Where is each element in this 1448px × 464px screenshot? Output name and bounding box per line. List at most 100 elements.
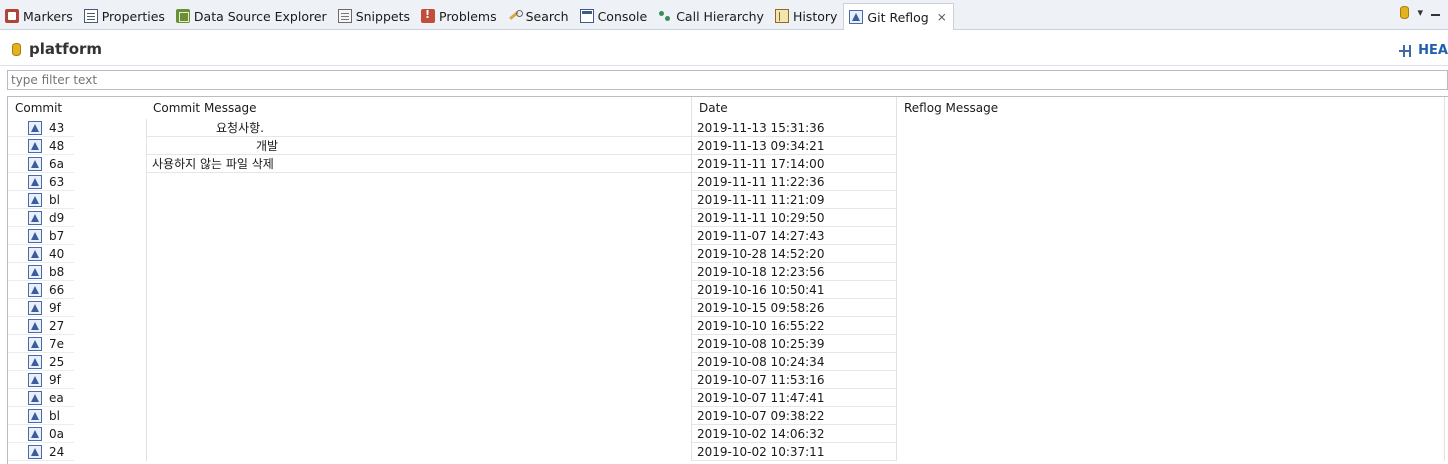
table-row[interactable]: ea 2019-10-07 11:47:41 — [8, 389, 1448, 407]
tab-call-hierarchy[interactable]: Call Hierarchy — [653, 3, 770, 29]
commit-id: ea — [49, 391, 64, 405]
reflog-message-cell — [897, 371, 1445, 389]
date-cell: 2019-11-11 11:21:09 — [692, 191, 897, 209]
table-row[interactable]: b8 2019-10-18 12:23:56 — [8, 263, 1448, 281]
tab-label: Properties — [101, 8, 165, 24]
commit-id: 40 — [49, 247, 65, 261]
table-row[interactable]: d9 2019-11-11 10:29:50 — [8, 209, 1448, 227]
data-source-explorer-icon — [175, 9, 190, 23]
repository-name: platform — [29, 40, 103, 58]
tab-snippets[interactable]: Snippets — [333, 3, 416, 29]
date-cell: 2019-10-07 09:38:22 — [692, 407, 897, 425]
commit-id: b7 — [49, 229, 65, 243]
close-icon[interactable]: ⨯ — [937, 10, 947, 24]
commit-cell: bl — [8, 407, 74, 425]
table-row[interactable]: 6a 사용하지 않는 파일 삭제 2019-11-11 17:14:00 — [8, 155, 1448, 173]
table-row[interactable]: 66 2019-10-16 10:50:41 — [8, 281, 1448, 299]
commit-message-cell: 개발 — [146, 137, 692, 155]
commit-message-cell: 사용하지 않는 파일 삭제 — [146, 155, 692, 173]
table-row[interactable]: 27 2019-10-10 16:55:22 — [8, 317, 1448, 335]
commit-id: b8 — [49, 265, 65, 279]
table-row[interactable]: bl 2019-10-07 09:38:22 — [8, 407, 1448, 425]
commit-cell: b7 — [8, 227, 74, 245]
table-row[interactable]: 0a 2019-10-02 14:06:32 — [8, 425, 1448, 443]
view-menu-icon[interactable]: ▾ — [1417, 6, 1423, 19]
reflog-table: Commit Commit Message Date Reflog Messag… — [7, 96, 1448, 464]
date-cell: 2019-10-02 14:06:32 — [692, 425, 897, 443]
commit-icon — [28, 427, 42, 441]
commit-icon — [28, 157, 42, 171]
tab-problems[interactable]: Problems — [416, 3, 503, 29]
reflog-message-cell — [897, 425, 1445, 443]
commit-icon — [28, 301, 42, 315]
commit-message-cell — [146, 317, 692, 335]
tab-history[interactable]: History — [770, 3, 843, 29]
table-row[interactable]: 24 2019-10-02 10:37:11 — [8, 443, 1448, 461]
commit-message-cell — [146, 299, 692, 317]
table-row[interactable]: bl 2019-11-11 11:21:09 — [8, 191, 1448, 209]
table-row[interactable]: 9f 2019-10-07 11:53:16 — [8, 371, 1448, 389]
call-hierarchy-icon — [658, 9, 672, 23]
commit-id: 9f — [49, 301, 61, 315]
table-row[interactable]: 40 2019-10-28 14:52:20 — [8, 245, 1448, 263]
date-cell: 2019-10-07 11:53:16 — [692, 371, 897, 389]
date-cell: 2019-11-13 15:31:36 — [692, 119, 897, 137]
table-row[interactable]: 9f 2019-10-15 09:58:26 — [8, 299, 1448, 317]
history-icon — [774, 9, 789, 23]
tab-git-reflog[interactable]: Git Reflog ⨯ — [843, 3, 954, 30]
reflog-message-cell — [897, 263, 1445, 281]
tab-markers[interactable]: Markers — [0, 3, 79, 29]
reflog-message-cell — [897, 317, 1445, 335]
column-header-commit-message[interactable]: Commit Message — [146, 97, 692, 119]
tab-properties[interactable]: Properties — [79, 3, 171, 29]
column-header-commit[interactable]: Commit — [8, 97, 146, 119]
reflog-header: platform HEA — [0, 30, 1448, 66]
minimize-icon[interactable] — [1431, 13, 1440, 16]
reflog-message-cell — [897, 389, 1445, 407]
repository-icon[interactable] — [1400, 6, 1410, 19]
tab-console[interactable]: Console — [575, 3, 654, 29]
tab-data-source-explorer[interactable]: Data Source Explorer — [171, 3, 333, 29]
table-row[interactable]: b7 2019-11-07 14:27:43 — [8, 227, 1448, 245]
date-cell: 2019-11-13 09:34:21 — [692, 137, 897, 155]
table-row[interactable]: 25 2019-10-08 10:24:34 — [8, 353, 1448, 371]
table-row[interactable]: 48 개발 2019-11-13 09:34:21 — [8, 137, 1448, 155]
tab-search[interactable]: Search — [503, 3, 575, 29]
commit-cell: 66 — [8, 281, 74, 299]
view-tab-bar: Markers Properties Data Source Explorer Sni… — [0, 0, 1448, 30]
table-row[interactable]: 43 요청사항. 2019-11-13 15:31:36 — [8, 119, 1448, 137]
tab-label: Markers — [23, 8, 73, 24]
commit-message-cell — [146, 425, 692, 443]
commit-message-cell — [146, 443, 692, 461]
commit-id: 48 — [49, 139, 65, 153]
date-cell: 2019-10-07 11:47:41 — [692, 389, 897, 407]
commit-cell: 0a — [8, 425, 74, 443]
commit-icon — [28, 211, 42, 225]
commit-id: bl — [49, 193, 60, 207]
commit-cell: 48 — [8, 137, 74, 155]
commit-message-cell — [146, 281, 692, 299]
commit-id: 27 — [49, 319, 65, 333]
column-header-date[interactable]: Date — [692, 97, 897, 119]
filter-input[interactable] — [7, 70, 1448, 90]
head-ref-label: HEA — [1418, 43, 1448, 58]
branch-icon — [1398, 44, 1412, 57]
head-ref-link[interactable]: HEA — [1398, 43, 1448, 58]
commit-icon — [28, 229, 42, 243]
tab-label: Problems — [439, 8, 497, 24]
search-icon — [508, 9, 523, 23]
table-row[interactable]: 63 2019-11-11 11:22:36 — [8, 173, 1448, 191]
commit-message-cell — [146, 209, 692, 227]
commit-icon — [28, 175, 42, 189]
table-row[interactable]: 7e 2019-10-08 10:25:39 — [8, 335, 1448, 353]
date-cell: 2019-10-16 10:50:41 — [692, 281, 897, 299]
reflog-message-cell — [897, 407, 1445, 425]
column-header-reflog-message[interactable]: Reflog Message — [897, 97, 1445, 119]
markers-icon — [5, 9, 19, 23]
commit-message-cell — [146, 263, 692, 281]
date-cell: 2019-10-02 10:37:11 — [692, 443, 897, 461]
commit-id: 9f — [49, 373, 61, 387]
commit-message-cell — [146, 245, 692, 263]
commit-message-cell — [146, 371, 692, 389]
commit-icon — [28, 247, 42, 261]
